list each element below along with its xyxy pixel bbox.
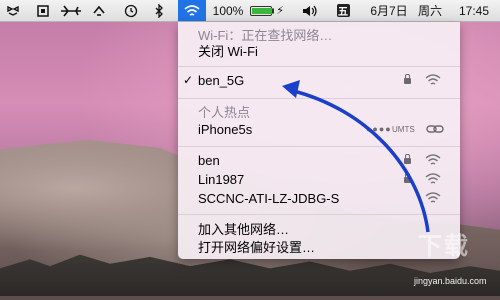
menu-separator	[178, 214, 460, 215]
network-item-ben[interactable]: ben	[178, 150, 460, 170]
network-item-sccnc[interactable]: SCCNC-ATI-LZ-JDBG-S	[178, 188, 460, 208]
network-name: ben_5G	[198, 72, 245, 88]
wifi-signal-icon	[425, 74, 441, 85]
network-item-ben-5g[interactable]: ✓ ben_5G	[178, 70, 460, 90]
network-name: SCCNC-ATI-LZ-JDBG-S	[198, 190, 340, 206]
chain-link-icon	[426, 125, 444, 133]
time-label: 17:45	[458, 3, 490, 18]
volume-icon[interactable]	[300, 0, 320, 21]
weekday-label: 周六	[417, 4, 442, 18]
hotspot-item-iphone5s[interactable]: iPhone5s ●●●● UMTS	[178, 119, 460, 139]
date-menu[interactable]: 6月7日	[364, 0, 414, 21]
open-prefs-label: 打开网络偏好设置…	[198, 239, 316, 255]
hotspot-name: iPhone5s	[198, 121, 253, 137]
watermark-logo: 下载	[418, 233, 470, 260]
menu-bar: 100% ⚡ 五 6月7日 周六 17:45	[0, 0, 500, 22]
battery-icon	[250, 5, 275, 16]
dropbox-icon[interactable]	[4, 0, 22, 21]
turn-off-wifi-item[interactable]: 关闭 Wi-Fi	[178, 40, 460, 60]
evernote-icon[interactable]	[34, 0, 52, 21]
network-name: ben	[198, 152, 220, 168]
network-item-lin1987[interactable]: Lin1987	[178, 169, 460, 189]
lock-icon	[404, 74, 411, 84]
menu-separator	[178, 66, 460, 67]
watermark-url: jingyan.baidu.com	[414, 276, 487, 286]
wifi-signal-icon	[425, 192, 441, 203]
weekday-menu[interactable]: 周六	[414, 0, 446, 21]
network-type-label: UMTS	[392, 125, 415, 134]
bluetooth-icon[interactable]	[150, 0, 168, 21]
hotspot-header: 个人热点	[198, 104, 251, 120]
menu-separator	[178, 98, 460, 99]
input-method-icon: 五	[336, 4, 350, 18]
sync-icon[interactable]	[90, 0, 108, 21]
join-other-label: 加入其他网络…	[198, 221, 290, 237]
menu-separator	[178, 146, 460, 147]
charging-icon: ⚡	[276, 5, 284, 17]
date-label: 6月7日	[370, 4, 408, 18]
checkmark-icon: ✓	[183, 73, 194, 87]
signal-dots-icon: ●●●●	[366, 124, 392, 134]
wifi-dropdown-menu: Wi-Fi：正在查找网络… 关闭 Wi-Fi ✓ ben_5G 个人热点 iPh…	[178, 22, 460, 259]
battery-fill	[252, 7, 274, 14]
clock-menu[interactable]: 17:45	[452, 0, 496, 21]
battery-menu-button[interactable]: ⚡	[250, 0, 284, 21]
wifi-menu-button[interactable]	[178, 0, 206, 21]
time-machine-icon[interactable]	[122, 0, 140, 21]
airplane-app-icon[interactable]	[58, 0, 84, 21]
network-name: Lin1987	[198, 171, 245, 187]
battery-percent: 100%	[212, 3, 244, 18]
wifi-signal-icon	[425, 173, 441, 184]
turn-off-wifi-label: 关闭 Wi-Fi	[198, 43, 258, 59]
lock-icon	[404, 173, 411, 183]
lock-icon	[404, 154, 411, 164]
wifi-icon	[184, 4, 200, 16]
hotspot-header-row: 个人热点	[178, 101, 460, 121]
input-method-menu[interactable]: 五	[333, 0, 353, 21]
wifi-signal-icon	[425, 154, 441, 165]
